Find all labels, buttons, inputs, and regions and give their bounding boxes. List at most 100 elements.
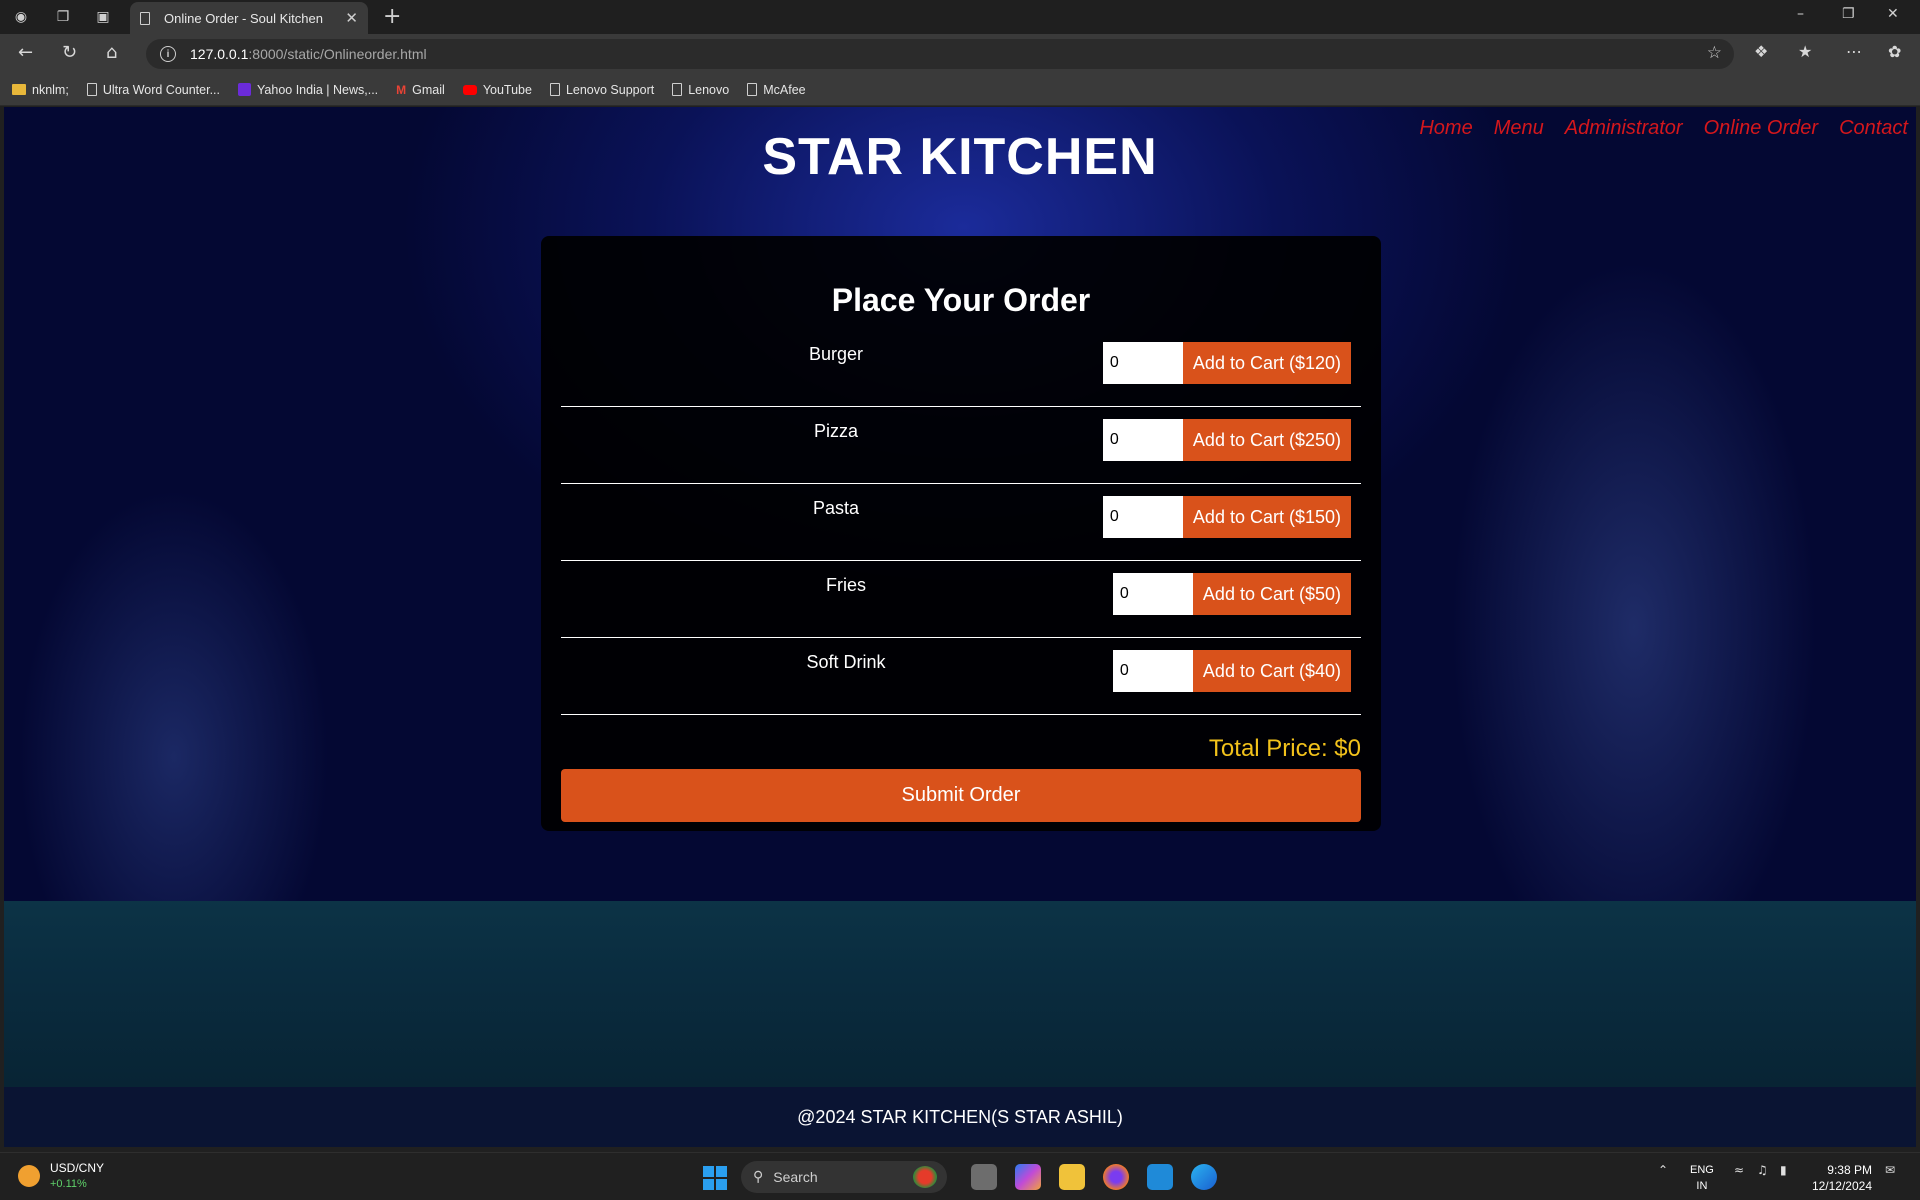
workspaces-icon[interactable]: ❐ <box>52 6 74 28</box>
url-host: 127.0.0.1 <box>190 46 249 62</box>
close-tab-icon[interactable]: ✕ <box>345 9 358 27</box>
order-item-fries: Fries Add to Cart ($50) <box>561 561 1361 638</box>
vscode-icon[interactable] <box>1147 1164 1173 1190</box>
new-tab-icon[interactable]: + <box>383 4 401 29</box>
yahoo-icon <box>238 83 252 96</box>
site-info-icon[interactable]: i <box>160 46 176 62</box>
more-menu-icon[interactable]: ⋯ <box>1846 42 1862 61</box>
nav-contact[interactable]: Contact <box>1839 117 1908 140</box>
bookmark-item[interactable]: Lenovo <box>672 83 729 97</box>
restore-icon[interactable]: ❐ <box>1842 6 1855 22</box>
file-explorer-icon[interactable] <box>1059 1164 1085 1190</box>
item-name: Fries <box>826 575 866 595</box>
item-controls: Add to Cart ($150) <box>1102 496 1351 538</box>
favorites-icon[interactable]: ★ <box>1798 42 1812 61</box>
copilot-app-icon[interactable] <box>1015 1164 1041 1190</box>
favorite-star-icon[interactable]: ☆ <box>1707 43 1722 63</box>
bookmark-item[interactable]: Ultra Word Counter... <box>86 83 220 97</box>
lang-code: ENG <box>1690 1164 1714 1176</box>
url-path: :8000/static/Onlineorder.html <box>248 46 427 62</box>
browser-toolbar: ← ↻ ⌂ i 127.0.0.1:8000/static/Onlineorde… <box>0 34 1920 74</box>
nav-menu[interactable]: Menu <box>1494 117 1544 140</box>
copilot-icon[interactable]: ✿ <box>1888 42 1901 61</box>
minimize-icon[interactable]: – <box>1797 6 1804 22</box>
order-item-soft-drink: Soft Drink Add to Cart ($40) <box>561 638 1361 715</box>
nav-administrator[interactable]: Administrator <box>1565 117 1683 140</box>
close-window-icon[interactable]: ✕ <box>1887 6 1899 22</box>
refresh-icon[interactable]: ↻ <box>62 42 77 63</box>
quantity-input[interactable] <box>1112 573 1193 615</box>
quantity-input[interactable] <box>1102 496 1183 538</box>
tab-title: Online Order - Soul Kitchen <box>164 10 323 26</box>
firefox-icon[interactable] <box>1103 1164 1129 1190</box>
tab-online-order[interactable]: Online Order - Soul Kitchen ✕ <box>130 2 368 34</box>
region-code: IN <box>1696 1180 1708 1192</box>
system-clock[interactable]: 9:38 PM 12/12/2024 <box>1812 1162 1872 1194</box>
profile-icon[interactable]: ◉ <box>10 6 32 28</box>
page-icon <box>549 83 560 96</box>
nav-online-order[interactable]: Online Order <box>1704 117 1819 140</box>
bookmarks-bar: nknlm; Ultra Word Counter... Yahoo India… <box>0 74 1920 106</box>
add-to-cart-button[interactable]: Add to Cart ($40) <box>1192 650 1351 692</box>
bookmark-item[interactable]: Lenovo Support <box>549 83 654 97</box>
bookmark-label: Yahoo India | News,... <box>257 82 379 97</box>
quantity-input[interactable] <box>1112 650 1193 692</box>
home-icon[interactable]: ⌂ <box>106 42 117 63</box>
battery-icon[interactable]: ▮ <box>1780 1163 1787 1177</box>
edge-icon[interactable] <box>1191 1164 1217 1190</box>
site-nav: Home Menu Administrator Online Order Con… <box>1398 117 1908 140</box>
add-to-cart-button[interactable]: Add to Cart ($250) <box>1182 419 1351 461</box>
bookmark-item[interactable]: YouTube <box>462 83 532 97</box>
item-controls: Add to Cart ($120) <box>1102 342 1351 384</box>
nav-home[interactable]: Home <box>1419 117 1472 140</box>
weather-icon <box>18 1164 40 1187</box>
taskbar: USD/CNY +0.11% ⚲ Search ⌃ ENG IN ≈ ♫ ▮ 9… <box>0 1152 1920 1200</box>
browser-tab-bar: ◉ ❐ ▣ Online Order - Soul Kitchen ✕ + – … <box>0 0 1920 34</box>
order-card: Place Your Order Burger Add to Cart ($12… <box>541 236 1381 831</box>
bookmark-label: nknlm; <box>32 82 69 97</box>
time: 9:38 PM <box>1827 1163 1872 1177</box>
page-icon <box>140 11 150 25</box>
add-to-cart-button[interactable]: Add to Cart ($150) <box>1182 496 1351 538</box>
item-name: Burger <box>808 344 864 364</box>
task-view-icon[interactable] <box>971 1164 997 1190</box>
order-item-pasta: Pasta Add to Cart ($150) <box>561 484 1361 561</box>
language-indicator[interactable]: ENG IN <box>1690 1162 1714 1194</box>
order-item-burger: Burger Add to Cart ($120) <box>561 330 1361 407</box>
bookmark-folder[interactable]: nknlm; <box>12 83 69 97</box>
tab-actions-icon[interactable]: ▣ <box>92 6 114 28</box>
site-footer: @2024 STAR KITCHEN(S STAR ASHIL) <box>4 1087 1916 1147</box>
submit-order-button[interactable]: Submit Order <box>561 769 1361 822</box>
stock-widget[interactable]: USD/CNY +0.11% <box>18 1161 104 1190</box>
address-bar[interactable]: i 127.0.0.1:8000/static/Onlineorder.html… <box>146 39 1734 69</box>
search-label: Search <box>773 1169 818 1185</box>
lower-section <box>4 901 1916 1087</box>
add-to-cart-button[interactable]: Add to Cart ($50) <box>1192 573 1351 615</box>
back-icon[interactable]: ← <box>18 42 33 63</box>
bookmark-item[interactable]: Yahoo India | News,... <box>238 83 378 97</box>
order-item-pizza: Pizza Add to Cart ($250) <box>561 407 1361 484</box>
taskbar-search[interactable]: ⚲ Search <box>741 1161 947 1193</box>
search-highlight-icon <box>913 1166 937 1188</box>
order-items: Burger Add to Cart ($120) Pizza Add to C… <box>561 330 1361 715</box>
bookmark-label: Gmail <box>412 82 445 97</box>
total-price: Total Price: $0 <box>1208 735 1361 762</box>
quantity-input[interactable] <box>1102 342 1183 384</box>
notification-bell-icon[interactable]: ✉ <box>1885 1163 1895 1177</box>
quantity-input[interactable] <box>1102 419 1183 461</box>
bookmark-label: Lenovo <box>688 82 730 97</box>
show-hidden-icons-icon[interactable]: ⌃ <box>1658 1163 1668 1177</box>
volume-icon[interactable]: ♫ <box>1757 1163 1768 1177</box>
ticker-name: USD/CNY <box>50 1161 105 1175</box>
bookmark-item[interactable]: M Gmail <box>396 83 445 97</box>
page-icon <box>672 83 683 96</box>
bookmark-item[interactable]: McAfee <box>747 82 806 97</box>
add-to-cart-button[interactable]: Add to Cart ($120) <box>1182 342 1351 384</box>
page-viewport: STAR KITCHEN Home Menu Administrator Onl… <box>4 107 1916 1147</box>
wifi-icon[interactable]: ≈ <box>1734 1163 1744 1177</box>
order-heading: Place Your Order <box>831 282 1091 318</box>
bookmark-label: McAfee <box>763 82 806 97</box>
date: 12/12/2024 <box>1811 1179 1872 1193</box>
windows-start-icon[interactable] <box>703 1166 727 1190</box>
extensions-icon[interactable]: ❖ <box>1754 42 1768 61</box>
